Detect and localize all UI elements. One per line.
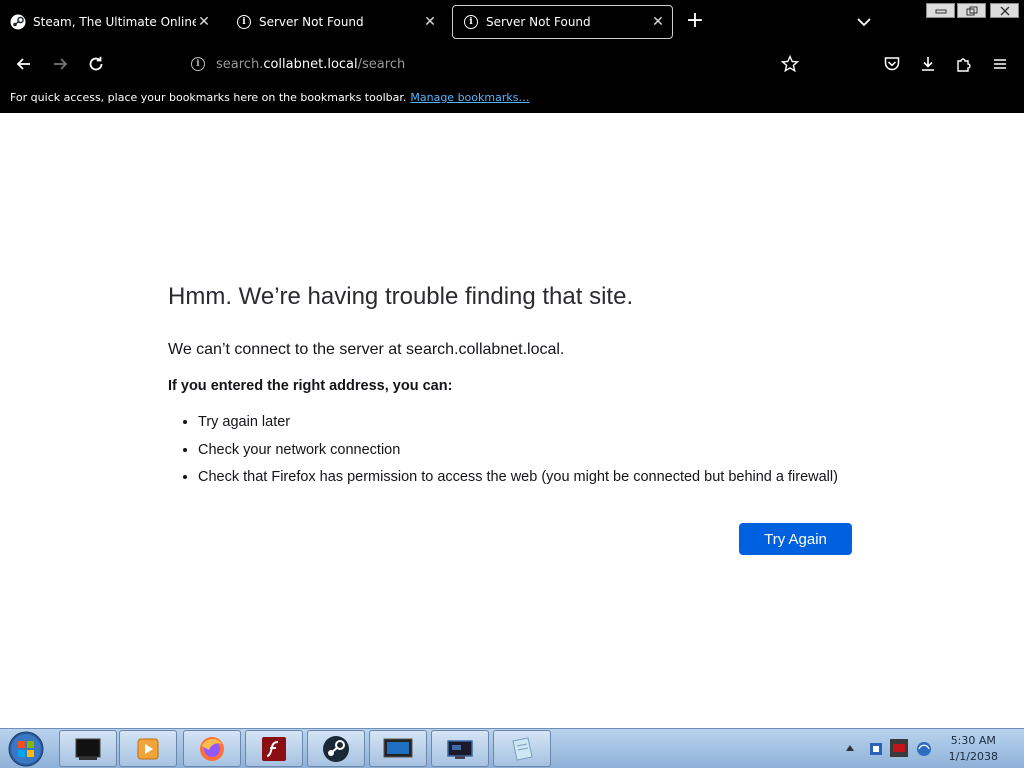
info-icon: i: [463, 14, 479, 30]
try-again-button[interactable]: Try Again: [739, 523, 852, 555]
steam-icon: [10, 14, 26, 30]
suggestions-heading: If you entered the right address, you ca…: [168, 378, 453, 394]
tab-label: Steam, The Ultimate Online Game Platform: [33, 15, 196, 29]
reload-button[interactable]: [84, 52, 108, 76]
bookmarks-toolbar: For quick access, place your bookmarks h…: [10, 91, 529, 104]
tab-label: Server Not Found: [486, 15, 591, 29]
clock-time: 5:30 AM: [950, 734, 996, 747]
taskbar-remote-desktop[interactable]: [431, 730, 489, 767]
pocket-button[interactable]: [880, 52, 904, 76]
firefox-icon: [200, 736, 224, 761]
page-title: Hmm. We’re having trouble finding that s…: [168, 283, 634, 310]
tab-steam[interactable]: Steam, The Ultimate Online Game Platform…: [0, 5, 218, 39]
taskbar: 5:30 AM 1/1/2038: [0, 728, 1024, 768]
download-icon: [922, 57, 934, 71]
system-tray: 5:30 AM 1/1/2038: [840, 729, 1024, 769]
list-item: Try again later: [198, 409, 838, 437]
bookmarks-hint: For quick access, place your bookmarks h…: [10, 91, 407, 104]
taskbar-monitor[interactable]: [369, 730, 427, 767]
forward-button[interactable]: [48, 52, 72, 76]
taskbar-terminal[interactable]: [59, 730, 117, 767]
tab-server-not-found[interactable]: i Server Not Found ✕: [226, 5, 444, 39]
show-hidden-icons-icon: [846, 745, 854, 751]
puzzle-icon: [957, 58, 971, 72]
red-screen-icon: [893, 744, 905, 752]
close-icon[interactable]: ✕: [196, 14, 212, 30]
info-icon[interactable]: i: [190, 56, 206, 72]
monitor-icon: [383, 738, 413, 757]
back-button[interactable]: [12, 52, 36, 76]
manage-bookmarks-link[interactable]: Manage bookmarks…: [410, 91, 529, 104]
browser-chrome: Steam, The Ultimate Online Game Platform…: [0, 0, 1024, 113]
new-tab-button[interactable]: +: [684, 10, 706, 32]
steam-icon: [323, 735, 349, 762]
menu-button[interactable]: [988, 52, 1012, 76]
flash-icon: [262, 736, 286, 761]
chevron-down-icon: [857, 18, 871, 27]
restore-button[interactable]: [957, 3, 986, 18]
list-item: Check that Firefox has permission to acc…: [198, 464, 838, 492]
clock[interactable]: 5:30 AM 1/1/2038: [949, 733, 998, 765]
suggestions-list: Try again later Check your network conne…: [168, 409, 838, 492]
windows-logo-icon: [8, 731, 44, 767]
downloads-button[interactable]: [916, 52, 940, 76]
taskbar-notepad[interactable]: [493, 730, 551, 767]
url-host: collabnet.local: [263, 56, 358, 72]
taskbar-media-player[interactable]: [119, 730, 177, 767]
restore-icon: [966, 6, 977, 15]
tab-label: Server Not Found: [259, 15, 364, 29]
extensions-button[interactable]: [952, 52, 976, 76]
flag-icon: [870, 743, 882, 755]
notepad-icon: [512, 736, 533, 761]
minimize-icon: [935, 9, 946, 13]
list-item: Check your network connection: [198, 437, 838, 465]
taskbar-flash[interactable]: [245, 730, 303, 767]
list-all-tabs-button[interactable]: [854, 12, 874, 32]
taskbar-firefox[interactable]: [183, 730, 241, 767]
star-icon: [781, 55, 799, 73]
minimize-button[interactable]: [926, 3, 955, 18]
forward-arrow-icon: [54, 58, 68, 70]
error-page: Hmm. We’re having trouble finding that s…: [0, 113, 1024, 728]
url-subdomain: search.: [216, 56, 264, 72]
url-path: /search: [357, 56, 406, 72]
network-icon: [917, 742, 931, 756]
close-icon: [1000, 6, 1009, 15]
reload-icon: [89, 56, 103, 71]
taskbar-steam[interactable]: [307, 730, 365, 767]
back-arrow-icon: [16, 58, 30, 70]
address-bar[interactable]: i search. collabnet.local/search: [180, 49, 770, 79]
info-icon: i: [236, 14, 252, 30]
terminal-icon: [75, 738, 101, 760]
clock-date: 1/1/2038: [948, 750, 998, 763]
close-icon[interactable]: ✕: [650, 14, 666, 30]
start-button[interactable]: [6, 730, 46, 768]
bookmark-star-button[interactable]: [778, 52, 802, 76]
close-window-button[interactable]: [990, 3, 1019, 18]
pocket-icon: [884, 57, 900, 71]
remote-desktop-icon: [447, 739, 473, 759]
close-icon[interactable]: ✕: [422, 14, 438, 30]
media-player-icon: [137, 738, 159, 759]
hamburger-icon: [994, 59, 1006, 69]
error-description: We can’t connect to the server at search…: [168, 341, 565, 358]
tab-server-not-found-active[interactable]: i Server Not Found ✕: [452, 5, 673, 39]
tray-app-icon[interactable]: [890, 739, 908, 757]
